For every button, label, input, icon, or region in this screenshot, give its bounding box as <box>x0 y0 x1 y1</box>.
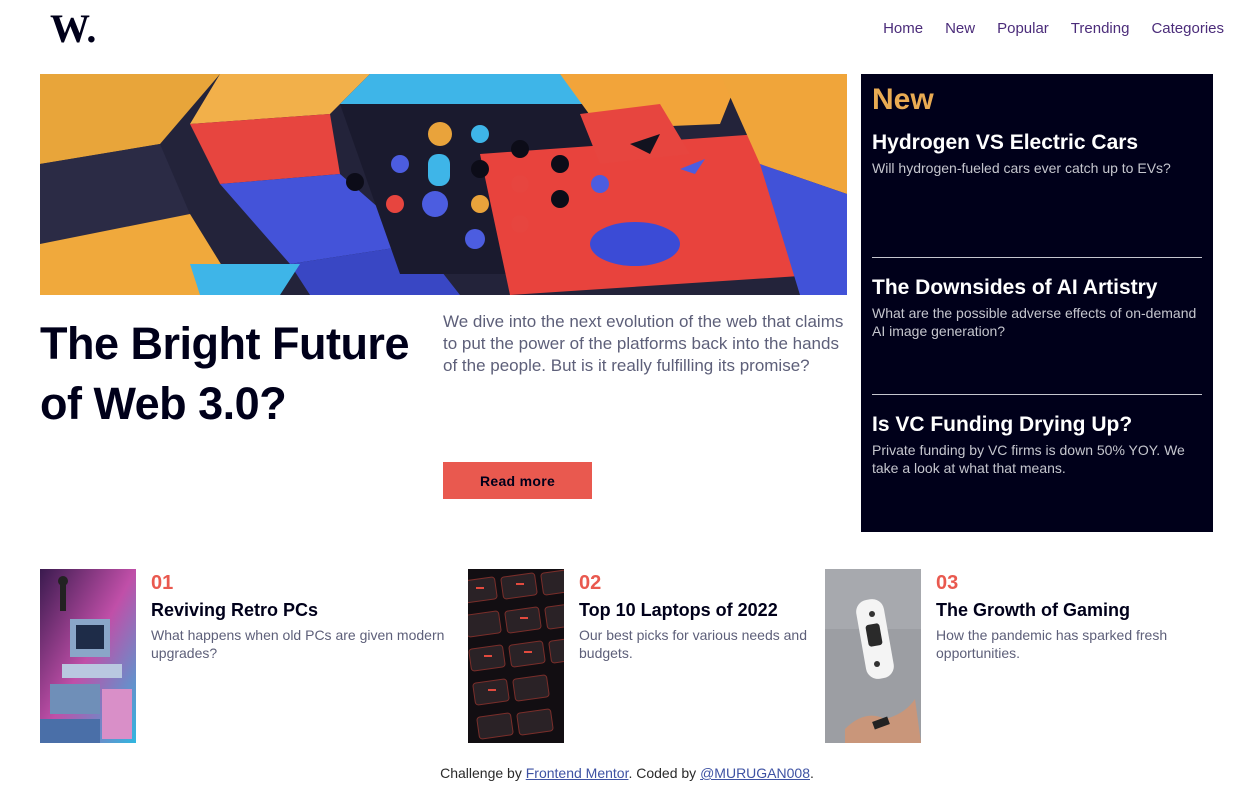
new-item: Is VC Funding Drying Up? Private funding… <box>872 394 1202 531</box>
laptop-keyboard-image <box>468 569 564 743</box>
card-desc: Our best picks for various needs and bud… <box>579 627 808 661</box>
nav-new[interactable]: New <box>945 20 975 37</box>
card-number: 02 <box>579 572 602 594</box>
card-number: 03 <box>936 572 959 594</box>
attribution-footer: Challenge by Frontend Mentor. Coded by @… <box>0 765 1240 781</box>
logo-text: W. <box>50 10 96 48</box>
footer-prefix: Challenge by <box>440 765 526 781</box>
gaming-controller-image <box>825 569 921 743</box>
logo[interactable]: W. <box>50 10 102 48</box>
nav-trending[interactable]: Trending <box>1071 20 1130 37</box>
card-desc: What happens when old PCs are given mode… <box>151 627 445 661</box>
new-heading: New <box>872 83 934 116</box>
hero-description: We dive into the next evolution of the w… <box>443 312 844 375</box>
new-item-title[interactable]: Is VC Funding Drying Up? <box>872 411 1202 439</box>
card-number: 01 <box>151 572 174 594</box>
card-title[interactable]: The Growth of Gaming <box>936 599 1215 621</box>
hero-title: The Bright Future of Web 3.0? <box>40 318 409 429</box>
frontend-mentor-link[interactable]: Frontend Mentor <box>526 765 629 781</box>
new-item: Hydrogen VS Electric Cars Will hydrogen-… <box>872 120 1202 257</box>
footer-suffix: . <box>809 765 814 781</box>
hero-image <box>40 74 847 295</box>
author-link[interactable]: @MURUGAN008 <box>700 765 810 781</box>
footer-middle: . Coded by <box>628 765 701 781</box>
new-item-desc: What are the possible adverse effects of… <box>872 305 1197 339</box>
new-item-desc: Private funding by VC firms is down 50% … <box>872 442 1185 476</box>
nav-home[interactable]: Home <box>883 20 923 37</box>
new-panel: New Hydrogen VS Electric Cars Will hydro… <box>861 74 1213 532</box>
card-title[interactable]: Reviving Retro PCs <box>151 599 460 621</box>
new-item: The Downsides of AI Artistry What are th… <box>872 257 1202 394</box>
article-card: 03 The Growth of Gaming How the pandemic… <box>825 569 1215 743</box>
card-desc: How the pandemic has sparked fresh oppor… <box>936 627 1168 661</box>
nav-popular[interactable]: Popular <box>997 20 1049 37</box>
retro-pc-image <box>40 569 136 743</box>
read-more-button[interactable]: Read more <box>443 462 592 499</box>
article-card: 02 Top 10 Laptops of 2022 Our best picks… <box>468 569 828 743</box>
nav-categories[interactable]: Categories <box>1151 20 1224 37</box>
main-nav: Home New Popular Trending Categories <box>883 20 1224 37</box>
new-item-desc: Will hydrogen-fueled cars ever catch up … <box>872 160 1171 176</box>
new-item-title[interactable]: The Downsides of AI Artistry <box>872 274 1202 302</box>
card-title[interactable]: Top 10 Laptops of 2022 <box>579 599 828 621</box>
new-item-title[interactable]: Hydrogen VS Electric Cars <box>872 129 1202 157</box>
article-card: 01 Reviving Retro PCs What happens when … <box>40 569 460 743</box>
